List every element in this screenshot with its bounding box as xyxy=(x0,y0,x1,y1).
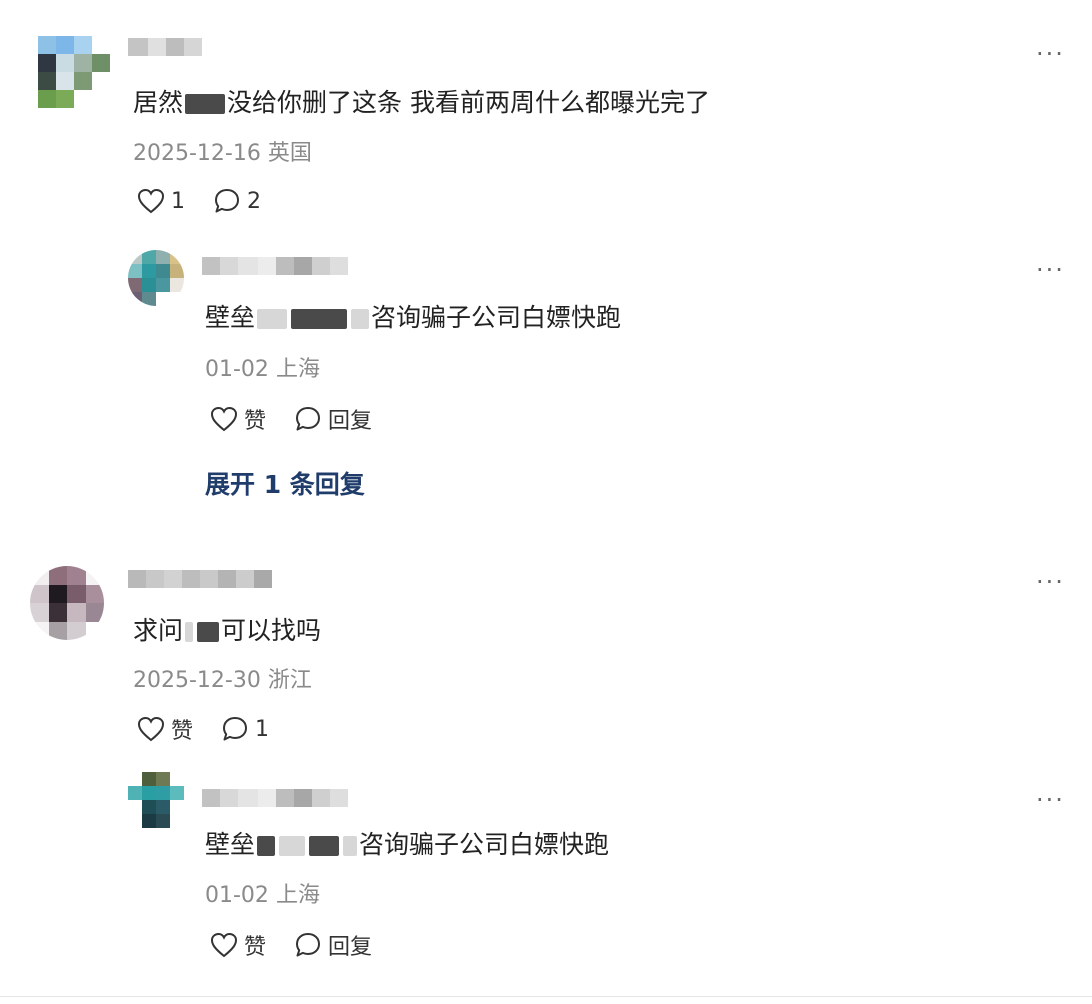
censor-block xyxy=(185,622,194,642)
censor-block xyxy=(197,622,220,642)
reply-text-part: 咨询骗子公司白嫖快跑 xyxy=(371,303,622,332)
censor-block xyxy=(257,309,288,329)
reply-location: 上海 xyxy=(275,883,320,908)
censor-block xyxy=(279,836,306,856)
like-button[interactable]: 赞 xyxy=(210,929,266,961)
comment-text-part: 居然 xyxy=(133,88,184,117)
reply-button[interactable]: 2 xyxy=(213,187,261,215)
like-button[interactable]: 赞 xyxy=(210,403,266,435)
like-label: 赞 xyxy=(244,935,267,960)
comment-location: 英国 xyxy=(267,141,312,166)
reply-count: 1 xyxy=(255,716,270,742)
comment-text: 求问 可以找吗 xyxy=(133,614,321,648)
comment-meta: 2025-12-16 英国 xyxy=(133,139,312,169)
reply-username-blurred[interactable] xyxy=(202,789,348,807)
censor-block xyxy=(185,94,226,114)
heart-outline-icon xyxy=(137,716,165,742)
censor-block xyxy=(309,836,340,856)
heart-outline-icon xyxy=(210,932,238,958)
reply-avatar[interactable] xyxy=(128,250,184,306)
reply-text-part: 咨询骗子公司白嫖快跑 xyxy=(359,830,610,859)
more-dots-icon[interactable]: ··· xyxy=(1036,570,1065,594)
reply-label: 回复 xyxy=(328,935,373,960)
reply-meta: 01-02 上海 xyxy=(205,881,320,911)
reply-text-part: 壁垒 xyxy=(205,303,256,332)
reply-count: 2 xyxy=(247,188,261,214)
reply-location: 上海 xyxy=(275,357,320,382)
avatar[interactable] xyxy=(38,36,110,108)
expand-replies-link[interactable]: 展开 1 条回复 xyxy=(205,465,365,501)
reply-meta: 01-02 上海 xyxy=(205,355,320,385)
censor-block xyxy=(343,836,358,856)
reply-button[interactable]: 回复 xyxy=(294,929,372,961)
like-label: 赞 xyxy=(244,409,267,434)
reply-text: 壁垒 咨询骗子公司白嫖快跑 xyxy=(205,828,609,862)
like-count: 1 xyxy=(171,188,185,214)
speech-bubble-icon xyxy=(215,189,239,213)
comment-text: 居然 没给你删了这条 我看前两周什么都曝光完了 xyxy=(133,86,710,120)
comment-meta: 2025-12-30 浙江 xyxy=(133,666,312,696)
more-dots-icon[interactable]: ··· xyxy=(1036,42,1065,66)
comment-text-part: 可以找吗 xyxy=(221,616,322,645)
reply-date: 01-02 xyxy=(205,357,269,382)
comment-2: ··· 求问 可以找吗 2025-12-30 浙江 赞 1 ··· 壁垒 咨询骗子公… xyxy=(0,540,1092,1000)
reply-text: 壁垒 咨询骗子公司白嫖快跑 xyxy=(205,301,621,335)
reply-actions: 赞 回复 xyxy=(210,403,372,435)
heart-outline-icon xyxy=(210,406,238,432)
reply-actions: 赞 回复 xyxy=(210,929,372,961)
like-button[interactable]: 1 xyxy=(137,188,185,214)
comment-text-part: 求问 xyxy=(133,616,184,645)
comment-date: 2025-12-16 xyxy=(133,141,261,166)
speech-bubble-icon xyxy=(296,933,321,957)
username-blurred[interactable] xyxy=(128,38,202,56)
comment-date: 2025-12-30 xyxy=(133,668,261,693)
avatar[interactable] xyxy=(30,566,104,640)
comment-actions: 赞 1 xyxy=(137,713,269,745)
speech-bubble-icon xyxy=(296,407,321,431)
reply-button[interactable]: 1 xyxy=(221,715,269,743)
censor-block xyxy=(351,309,370,329)
bottom-divider xyxy=(0,996,1092,997)
more-dots-icon[interactable]: ··· xyxy=(1036,788,1065,812)
heart-outline-icon xyxy=(137,188,165,214)
comment-1: ··· 居然 没给你删了这条 我看前两周什么都曝光完了 2025-12-16 英国… xyxy=(0,0,1092,540)
reply-avatar[interactable] xyxy=(128,772,184,828)
comment-actions: 1 2 xyxy=(137,187,261,215)
censor-block xyxy=(291,309,348,329)
like-label: 赞 xyxy=(171,719,194,744)
reply-text-part: 壁垒 xyxy=(205,830,256,859)
like-button[interactable]: 赞 xyxy=(137,713,193,745)
censor-block xyxy=(257,836,276,856)
reply-label: 回复 xyxy=(328,409,373,434)
reply-date: 01-02 xyxy=(205,883,269,908)
username-blurred[interactable] xyxy=(128,570,272,588)
comment-text-part: 没给你删了这条 我看前两周什么都曝光完了 xyxy=(227,88,710,117)
speech-bubble-icon xyxy=(223,717,248,741)
comment-location: 浙江 xyxy=(267,668,312,693)
reply-username-blurred[interactable] xyxy=(202,257,348,275)
more-dots-icon[interactable]: ··· xyxy=(1036,258,1065,282)
reply-button[interactable]: 回复 xyxy=(294,403,372,435)
